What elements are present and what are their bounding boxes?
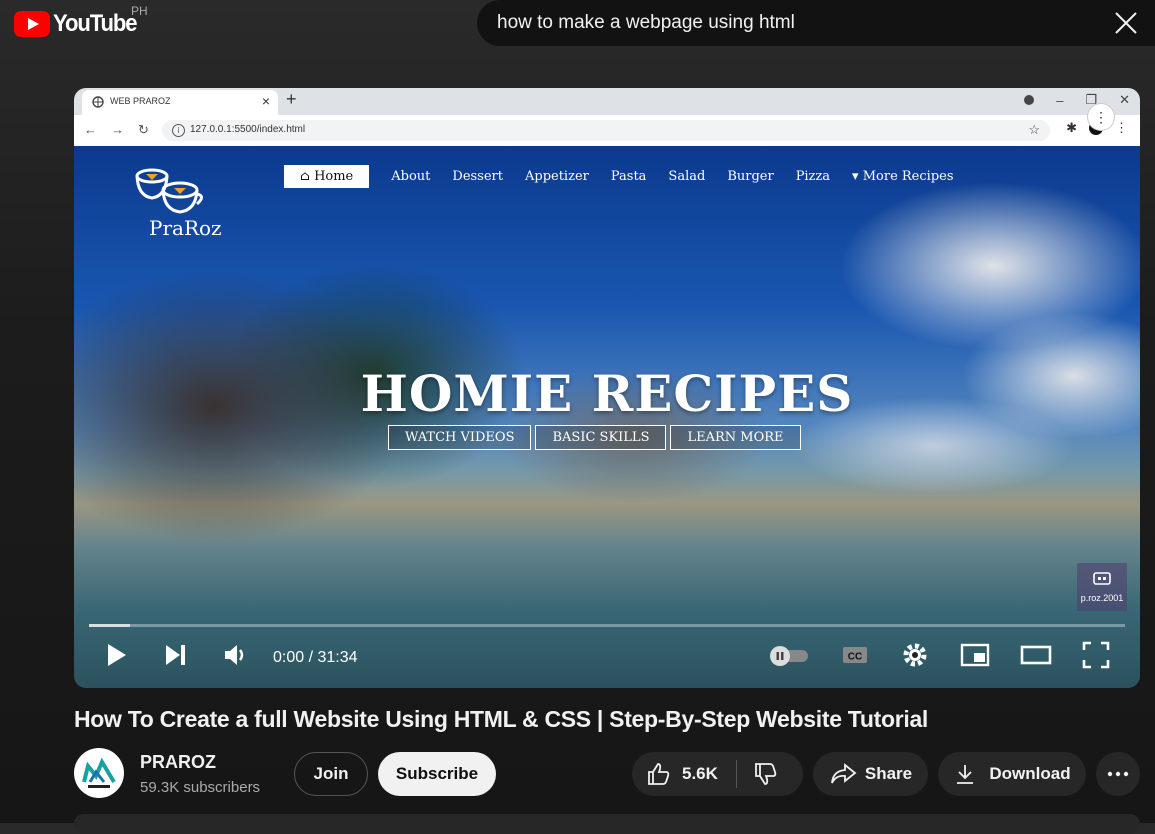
more-horizontal-icon [1107, 771, 1129, 777]
youtube-play-icon [14, 11, 50, 37]
thumbs-up-icon[interactable] [646, 761, 672, 787]
window-close-icon: ✕ [1119, 92, 1130, 107]
hero-title: HOMIE RECIPES [360, 364, 854, 423]
browser-menu-icon: ⋮ [1115, 120, 1128, 135]
progress-bar[interactable] [89, 624, 1125, 627]
new-tab-icon: + [286, 89, 297, 109]
site-brand: PraRoz [149, 216, 222, 240]
channel-logo-icon [82, 757, 116, 788]
address-bar: i 127.0.0.1:5500/index.html ☆ [162, 120, 1050, 141]
reload-icon: ↻ [138, 122, 149, 137]
address-url: 127.0.0.1:5500/index.html [190, 124, 306, 135]
channel-name[interactable]: PRAROZ [140, 752, 216, 773]
next-icon [166, 645, 185, 665]
svg-text:CC: CC [848, 652, 862, 663]
browser-tab-title: WEB PRAROZ [110, 96, 171, 106]
browser-tab: WEB PRAROZ × [82, 90, 278, 115]
site-nav-more: ▾ More Recipes [852, 169, 954, 184]
channel-watermark[interactable]: p.roz.2001 [1077, 563, 1127, 611]
site-nav-pizza: Pizza [795, 169, 831, 184]
autoplay-toggle-icon [770, 646, 808, 666]
hero-learn-more: LEARN MORE [670, 425, 801, 450]
top-bar: YouTube PH how to make a webpage using h… [0, 0, 1155, 50]
fullscreen-button[interactable] [1081, 640, 1111, 672]
video-title: How To Create a full Website Using HTML … [74, 706, 929, 732]
profile-dot-icon [1024, 95, 1035, 105]
website-preview: PraRoz ⌂ Home About Dessert Appetizer Pa… [74, 146, 1140, 688]
volume-icon [225, 645, 244, 665]
like-count[interactable]: 5.6K [682, 764, 718, 784]
site-nav-salad: Salad [668, 169, 706, 184]
site-nav-pasta: Pasta [610, 169, 647, 184]
info-icon: i [172, 124, 185, 137]
window-controls: – ❐ ✕ [1024, 92, 1130, 108]
next-button[interactable] [163, 640, 189, 672]
theater-mode-button[interactable] [1020, 640, 1052, 672]
miniplayer-icon [960, 643, 990, 667]
bookmark-star-icon: ☆ [1028, 122, 1040, 137]
progress-bar-fill [89, 624, 131, 627]
share-button[interactable]: Share [813, 752, 928, 796]
site-nav-burger: Burger [727, 169, 774, 184]
gear-icon [903, 643, 927, 667]
robot-icon [1093, 572, 1111, 585]
miniplayer-button[interactable] [960, 640, 990, 672]
subscribe-button[interactable]: Subscribe [378, 752, 496, 796]
share-label: Share [864, 764, 913, 783]
video-player[interactable]: WEB PRAROZ × + – ❐ ✕ ← → ↻ i 127.0.0.1:5… [74, 88, 1140, 688]
like-dislike-group: 5.6K [632, 752, 803, 796]
subscriber-count: 59.3K subscribers [140, 779, 261, 796]
description-box[interactable] [74, 814, 1140, 834]
fullscreen-icon [1082, 641, 1110, 669]
minimize-icon: – [1056, 92, 1064, 108]
extensions-icon: ✱ [1066, 120, 1077, 135]
site-nav-about: About [391, 169, 431, 184]
address-row: ← → ↻ i 127.0.0.1:5500/index.html ☆ ✱ ⋮ … [74, 104, 1140, 146]
autoplay-toggle[interactable] [768, 640, 812, 672]
join-button[interactable]: Join [294, 752, 368, 796]
theater-icon [1020, 645, 1052, 665]
search-input[interactable]: how to make a webpage using html [497, 12, 795, 34]
captions-icon: CC [843, 647, 867, 663]
forward-arrow-icon: → [111, 122, 124, 137]
site-nav-home: ⌂ Home [284, 165, 370, 188]
like-divider [735, 760, 737, 788]
hero-buttons: WATCH VIDEOS BASIC SKILLS LEARN MORE [388, 425, 801, 450]
browser-nav-icons: ← → ↻ [84, 122, 149, 138]
share-icon [830, 763, 857, 784]
search-box[interactable]: how to make a webpage using html [477, 0, 1155, 46]
channel-avatar[interactable] [74, 748, 124, 798]
watermark-text: p.roz.2001 [1080, 593, 1124, 603]
captions-button[interactable]: CC [840, 640, 870, 672]
tab-close-icon: × [261, 93, 270, 109]
hero-basic-skills: BASIC SKILLS [535, 425, 667, 450]
download-icon [957, 765, 974, 784]
youtube-logo[interactable]: YouTube [14, 10, 144, 38]
play-icon [108, 644, 126, 666]
browser-chrome: WEB PRAROZ × + – ❐ ✕ ← → ↻ i 127.0.0.1:5… [74, 88, 1140, 146]
coffee-cups-logo-icon [135, 168, 203, 214]
download-label: Download [989, 764, 1071, 783]
more-actions-button[interactable] [1096, 752, 1140, 796]
settings-button[interactable] [900, 640, 930, 672]
play-button[interactable] [104, 640, 130, 672]
country-code: PH [131, 4, 148, 18]
site-nav-dessert: Dessert [452, 169, 503, 184]
hero-watch-videos: WATCH VIDEOS [388, 425, 532, 450]
download-button[interactable]: Download [938, 752, 1086, 796]
site-nav: ⌂ Home About Dessert Appetizer Pasta Sal… [284, 165, 976, 188]
back-arrow-icon: ← [84, 122, 97, 137]
volume-button[interactable] [222, 640, 250, 672]
thumbs-down-icon[interactable] [753, 761, 779, 787]
close-icon[interactable] [1113, 10, 1139, 36]
site-nav-appetizer: Appetizer [524, 169, 589, 184]
youtube-logo-text: YouTube [53, 10, 138, 37]
globe-icon [92, 96, 104, 108]
video-overlay-more-icon[interactable]: ⋮ [1088, 104, 1114, 130]
time-display: 0:00 / 31:34 [273, 649, 358, 666]
